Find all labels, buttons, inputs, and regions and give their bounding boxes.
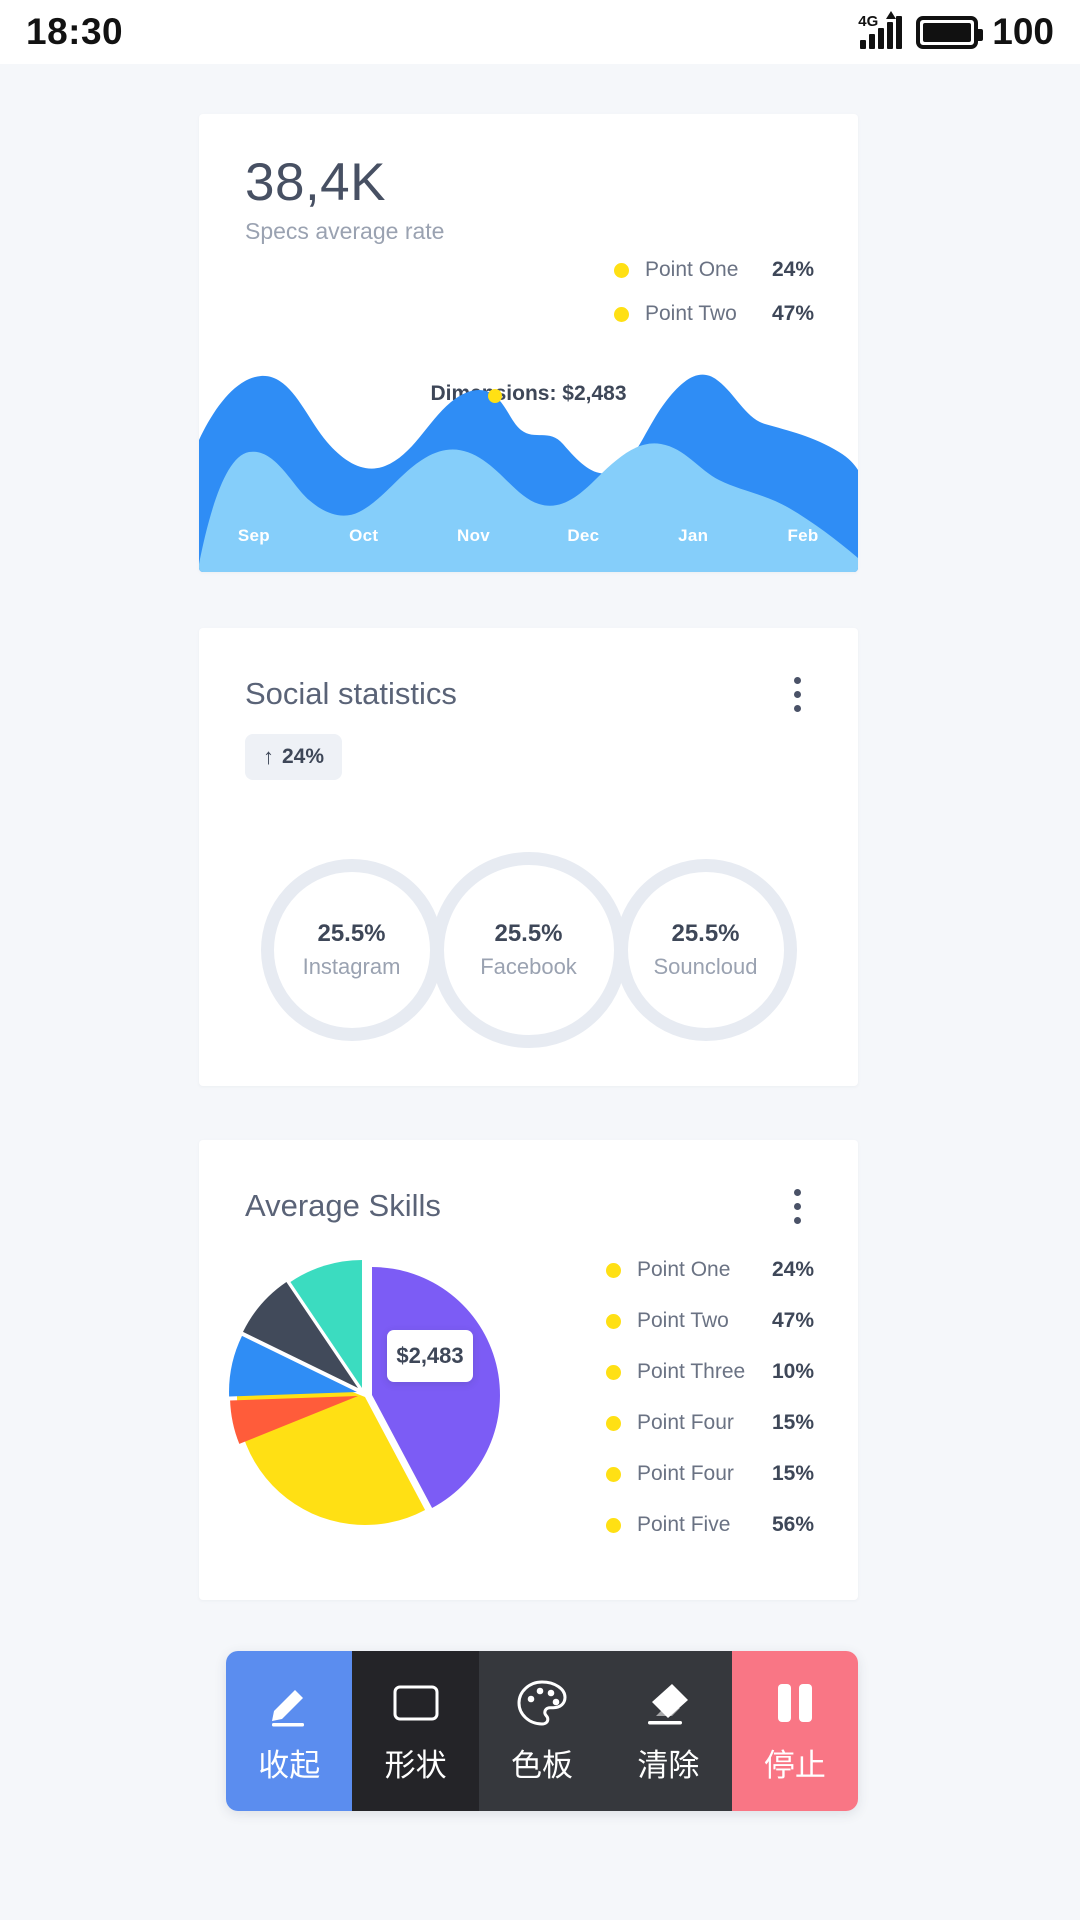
signal-bars-icon: 4G <box>858 11 903 49</box>
legend-value: 15% <box>771 1411 814 1434</box>
legend-dot-icon <box>606 1364 621 1380</box>
legend-dot-icon <box>606 1313 621 1329</box>
legend-label: Point Two <box>645 302 737 325</box>
legend-dot-icon <box>606 1466 621 1482</box>
ring-value: 25.5% <box>671 920 740 947</box>
legend-label: Point Four <box>637 1411 734 1434</box>
eraser-icon <box>639 1677 697 1729</box>
pie-chart: $2,483 <box>221 1242 521 1562</box>
page-title: Average Skills <box>245 1188 441 1223</box>
legend-value: 15% <box>771 1462 814 1485</box>
social-rings-group: 25.5% Instagram 25.5% Facebook 25.5% Sou… <box>199 852 858 1048</box>
legend-item[interactable]: Point Five 56% <box>606 1513 814 1537</box>
legend-value: 24% <box>771 1258 814 1281</box>
overview-legend: Point One 24% Point Two 47% <box>614 258 814 346</box>
shape-button[interactable]: 形状 <box>352 1651 479 1811</box>
legend-value: 56% <box>771 1513 814 1536</box>
legend-label: Point One <box>637 1258 731 1281</box>
pencil-icon <box>260 1677 318 1729</box>
battery-full-icon <box>916 15 984 49</box>
toolbar-label: 清除 <box>637 1748 700 1783</box>
collapse-button[interactable]: 收起 <box>226 1651 353 1811</box>
area-chart: Sep Oct Nov Dec Jan Feb <box>199 344 858 572</box>
status-time: 18:30 <box>26 11 124 52</box>
legend-label: Point Four <box>637 1462 734 1485</box>
toolbar-label: 色板 <box>511 1748 574 1783</box>
legend-item[interactable]: Point Three 10% <box>606 1360 814 1384</box>
drawing-toolbar: 收起 形状 色板 清除 停止 <box>226 1651 858 1811</box>
social-statistics-card: Social statistics ↑ 24% 25.5% Instagram … <box>199 628 858 1086</box>
page-title: Social statistics <box>245 676 457 711</box>
legend-label: Point Two <box>637 1309 729 1332</box>
legend-dot-icon <box>606 1517 621 1533</box>
clear-button[interactable]: 清除 <box>605 1651 732 1811</box>
rectangle-icon <box>387 1677 445 1729</box>
ring-value: 25.5% <box>494 920 563 947</box>
legend-dot-icon <box>614 262 629 278</box>
legend-value: 47% <box>771 1309 814 1332</box>
legend-item[interactable]: Point Four 15% <box>606 1411 814 1435</box>
signal-arrow-icon <box>886 11 897 19</box>
legend-dot-icon <box>606 1262 621 1278</box>
area-chart-svg <box>199 374 858 572</box>
legend-item[interactable]: Point One 24% <box>614 258 814 282</box>
toolbar-label: 收起 <box>258 1748 321 1783</box>
ring-label: Instagram <box>302 954 401 979</box>
toolbar-label: 形状 <box>384 1748 447 1783</box>
palette-button[interactable]: 色板 <box>478 1651 606 1811</box>
legend-dot-icon <box>614 306 629 322</box>
overview-card: 38,4K Specs average rate Point One 24% P… <box>199 114 858 572</box>
battery-level-label: 100 <box>992 11 1054 52</box>
pie-tooltip: $2,483 <box>387 1330 473 1382</box>
ring-label: Facebook <box>480 954 577 979</box>
pie-legend: Point One 24% Point Two 47% Point Three … <box>606 1258 814 1564</box>
pie-chart-svg <box>229 1260 500 1525</box>
network-type-label: 4G <box>858 13 879 30</box>
status-indicators: 4G 100 <box>858 11 1054 53</box>
stop-button[interactable]: 停止 <box>731 1651 858 1811</box>
ring-instagram[interactable]: 25.5% Instagram <box>260 859 443 1041</box>
legend-value: 24% <box>771 258 814 281</box>
kebab-menu-icon[interactable] <box>782 1186 812 1226</box>
legend-label: Point One <box>645 258 739 281</box>
chart-point-marker <box>488 389 502 403</box>
ring-value: 25.5% <box>317 920 386 947</box>
pause-icon <box>766 1677 824 1729</box>
overview-subtitle: Specs average rate <box>245 218 445 244</box>
badge-value: 24% <box>282 745 325 768</box>
legend-label: Point Five <box>637 1513 731 1536</box>
overview-heading: 38,4K Specs average rate <box>245 156 444 245</box>
legend-value: 47% <box>771 302 814 325</box>
arrow-up-icon: ↑ <box>263 744 274 769</box>
legend-item[interactable]: Point One 24% <box>606 1258 814 1282</box>
legend-item[interactable]: Point Two 47% <box>614 302 814 326</box>
kebab-menu-icon[interactable] <box>782 674 812 714</box>
overview-value: 38,4K <box>245 153 387 212</box>
legend-item[interactable]: Point Four 15% <box>606 1462 814 1486</box>
legend-value: 10% <box>771 1360 814 1383</box>
legend-label: Point Three <box>637 1360 746 1383</box>
legend-item[interactable]: Point Two 47% <box>606 1309 814 1333</box>
toolbar-label: 停止 <box>763 1748 826 1783</box>
ring-facebook[interactable]: 25.5% Facebook <box>430 852 627 1048</box>
status-badge: ↑ 24% <box>245 734 343 780</box>
palette-icon <box>513 1677 571 1729</box>
ring-souncloud[interactable]: 25.5% Souncloud <box>614 859 797 1041</box>
status-bar: 18:30 4G 100 <box>0 0 1080 64</box>
ring-label: Souncloud <box>653 954 758 979</box>
legend-dot-icon <box>606 1415 621 1431</box>
average-skills-card: Average Skills $2,483 Point One 24% Poin… <box>199 1140 858 1600</box>
